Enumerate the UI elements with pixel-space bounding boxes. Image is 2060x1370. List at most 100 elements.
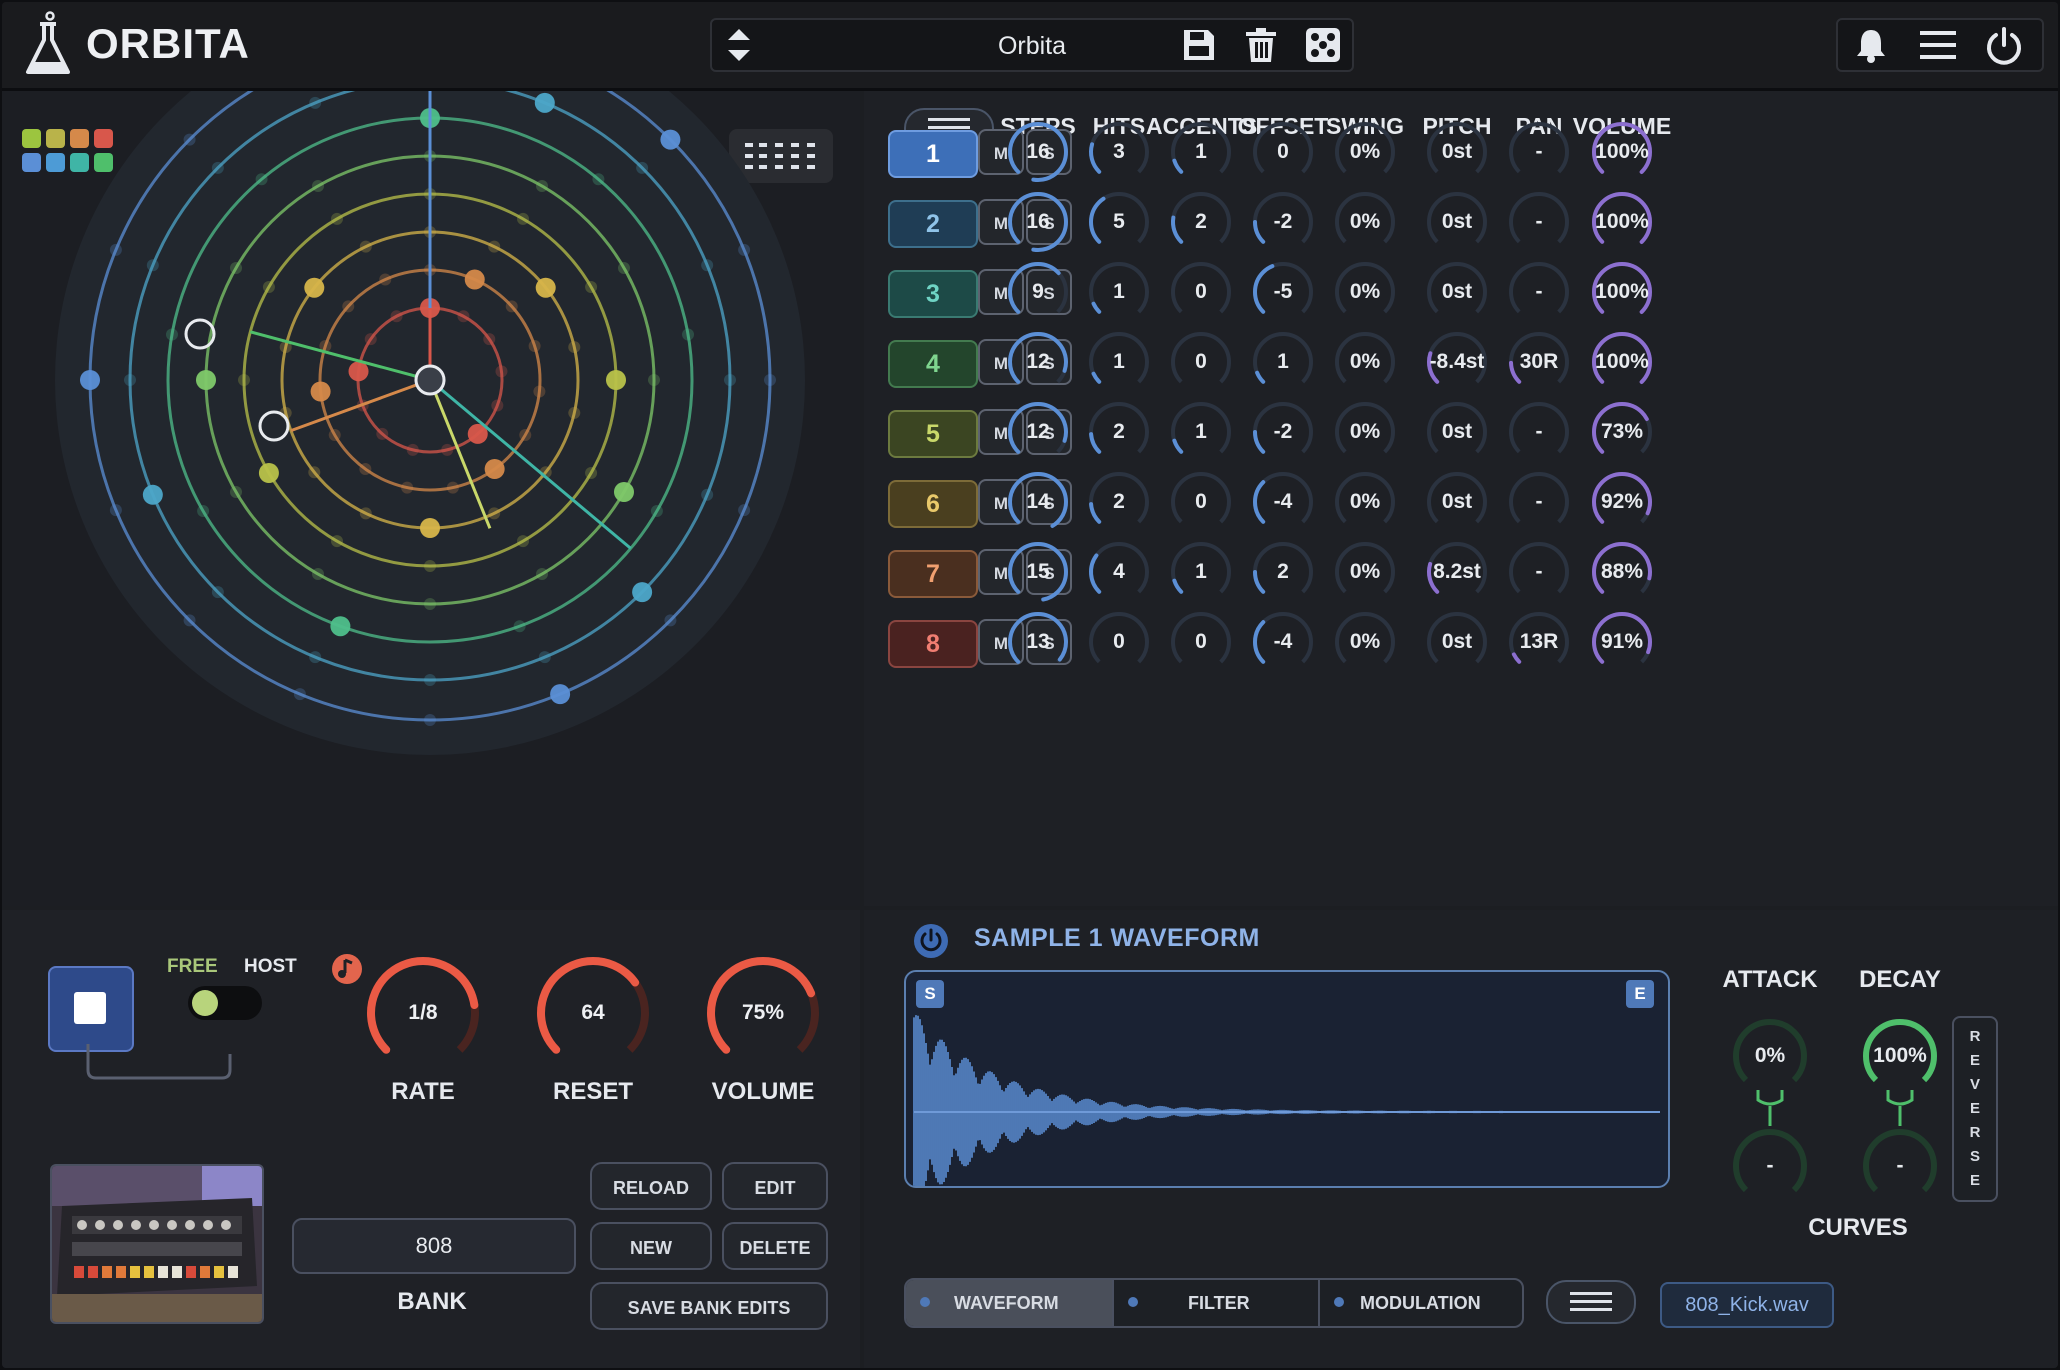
orbit-step-dot [255,173,268,186]
track-5-select-button[interactable]: 5 [888,410,978,458]
orbit-step-dot [568,406,581,419]
reset-label: RESET [552,1078,633,1105]
orbit-step-dot [258,463,279,483]
attack-curve-knob[interactable]: - [1726,1122,1814,1210]
dice-icon[interactable] [1304,26,1342,64]
orbit-step-dot [682,328,695,341]
track-8-hits-knob[interactable]: 0 [1075,598,1163,686]
orbit-step-dot [165,328,178,341]
orbit-step-dot [636,161,649,174]
volume-knob[interactable]: 75% [698,948,828,1078]
track-grid-panel: STEPS HITS ACCENTS OFFSET SWING PITCH PAN VOLUM… [864,91,2058,906]
track-6-select-button[interactable]: 6 [888,480,978,528]
sample-file-name[interactable]: 808_Kick.wav [1660,1282,1834,1328]
track-8-pan-knob[interactable]: 13R [1495,598,1583,686]
track-8-offset-knob[interactable]: -4 [1239,598,1327,686]
orbit-step-dot [457,310,470,323]
trash-icon[interactable] [1242,26,1280,64]
orbit-step-dot [592,173,605,186]
save-icon[interactable] [1180,26,1218,64]
orbit-step-dot [142,484,163,505]
delete-button[interactable]: DELETE [722,1222,828,1270]
preset-selector[interactable]: Orbita [710,18,1354,72]
sample-menu-button[interactable] [1546,1280,1636,1324]
save-bank-edits-button[interactable]: SAVE BANK EDITS [590,1282,828,1330]
tab-filter[interactable]: FILTER [1112,1280,1318,1326]
header-bar: ORBITA Orbita [2,2,2058,91]
orbit-step-dot [701,488,714,501]
flask-icon [26,11,70,74]
orbit-step-dot [517,535,529,548]
rate-knob[interactable]: 1/8 [358,948,488,1078]
bank-thumbnail [50,1164,264,1324]
reverse-letter: R [1969,1028,1981,1045]
orbit-step-dot [331,212,343,225]
orbit-step-dot [491,399,504,412]
orbit-rings[interactable] [2,91,860,906]
waveform-display[interactable]: S E [904,970,1670,1188]
orbit-step-dot [359,507,372,520]
track-2-select-button[interactable]: 2 [888,200,978,248]
orbit-step-dot [293,688,306,701]
power-toggle-icon[interactable] [912,922,950,960]
orbit-step-dot [376,427,389,440]
track-8-swing-knob[interactable]: 0% [1321,598,1409,686]
orbit-step-dot [538,651,551,664]
decay-curve-knob[interactable]: - [1856,1122,1944,1210]
end-marker[interactable]: E [1626,980,1654,1008]
power-icon[interactable] [1984,26,2024,66]
stop-button[interactable] [48,966,134,1052]
orbit-step-dot [613,482,634,502]
stop-icon [74,992,106,1024]
start-marker[interactable]: S [916,980,944,1008]
orbit-step-dot [146,259,159,272]
free-host-toggle[interactable] [188,986,262,1020]
track-8-volume-knob[interactable]: 91% [1578,598,1666,686]
reload-button[interactable]: RELOAD [590,1162,712,1210]
orbit-step-dot [648,374,660,386]
waveform-trace [913,1015,1659,1186]
tab-modulation[interactable]: MODULATION [1318,1280,1522,1326]
track-8-select-button[interactable]: 8 [888,620,978,668]
track-1-select-button[interactable]: 1 [888,130,978,178]
orbit-step-dot [724,374,736,386]
orbit-step-dot [230,486,243,498]
orbit-step-dot [513,620,526,633]
orbit-step-dot [617,262,630,274]
edit-button[interactable]: EDIT [722,1162,828,1210]
orbit-step-dot [738,504,751,517]
reverse-letter: E [1969,1172,1980,1189]
bank-name-field[interactable]: 808 [292,1218,576,1274]
orbit-step-dot [420,518,440,538]
orbit-step-dot [309,96,322,109]
bell-icon[interactable] [1852,26,1890,64]
orbit-step-dot [568,341,581,354]
bank-label: BANK [397,1288,467,1315]
track-8-accents-knob[interactable]: 0 [1157,598,1245,686]
track-8-pitch-knob[interactable]: 0st [1413,598,1501,686]
orbit-step-dot [533,385,546,398]
track-8-steps-knob[interactable]: 13 [994,598,1082,686]
reverse-button[interactable]: REVERSE [1952,1016,1998,1202]
sample-title: SAMPLE 1 WAVEFORM [974,924,1260,952]
reset-knob[interactable]: 64 [528,948,658,1078]
orbit-visualizer-panel [2,91,860,906]
track-3-select-button[interactable]: 3 [888,270,978,318]
hamburger-menu-icon[interactable] [1918,26,1958,64]
tab-waveform[interactable]: WAVEFORM [906,1280,1112,1326]
track-4-select-button[interactable]: 4 [888,340,978,388]
orbit-step-dot [519,429,532,441]
reverse-letter: R [1969,1124,1981,1141]
track-7-select-button[interactable]: 7 [888,550,978,598]
host-label: HOST [244,956,297,977]
orbit-step-dot [534,92,555,113]
new-button[interactable]: NEW [590,1222,712,1270]
header-actions [1836,18,2044,72]
orbit-step-dot [488,507,501,520]
orbit-step-dot [632,582,653,603]
orbit-step-dot [109,504,122,517]
orbit-step-dot [424,674,436,686]
orbit-step-dot [441,443,454,456]
orbit-step-dot [359,462,372,475]
orbit-step-dot [764,374,776,386]
